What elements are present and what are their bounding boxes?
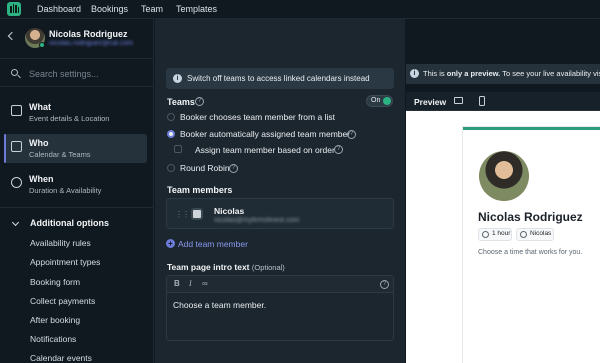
- section-title: When: [29, 174, 54, 184]
- teams-toggle[interactable]: On: [366, 95, 393, 107]
- intro-text-editor[interactable]: B I ∞ ? Choose a team member.: [166, 275, 394, 341]
- team-member-row[interactable]: ⋮⋮ Nicolas nicolas@myfirmsfinest.com: [166, 198, 394, 229]
- duration-text: 1 hour: [492, 230, 511, 237]
- duration-badge: 1 hour: [478, 228, 512, 241]
- section-who[interactable]: Who Calendar & Teams: [4, 134, 147, 163]
- editor-toolbar: B I ∞ ?: [167, 276, 393, 293]
- member-name: Nicolas: [214, 206, 245, 216]
- editor-content[interactable]: Choose a team member.: [173, 300, 266, 310]
- banner-text: Switch off teams to access linked calend…: [187, 74, 370, 83]
- preview-title: Preview: [414, 97, 447, 107]
- desktop-view-icon[interactable]: [454, 97, 463, 104]
- host-badge: Nicolas: [516, 228, 554, 241]
- nav-templates[interactable]: Templates: [176, 4, 217, 14]
- preview-banner: i This is only a preview. To see your li…: [406, 64, 600, 84]
- section-what[interactable]: What Event details & Location: [4, 98, 147, 127]
- preview-toolbar: Preview: [406, 92, 600, 111]
- watch-icon: [11, 177, 22, 188]
- drag-handle-icon[interactable]: ⋮⋮: [175, 210, 190, 219]
- italic-icon[interactable]: I: [189, 279, 192, 288]
- banner-suffix: To see your live availability visit: [502, 69, 600, 78]
- top-nav: Dashboard Bookings Team Templates: [0, 0, 600, 19]
- sidebar-item-appointment-types[interactable]: Appointment types: [30, 257, 100, 267]
- section-title: Who: [29, 138, 49, 148]
- radio-label: Booker automatically assigned team membe…: [180, 129, 351, 139]
- intro-label-text: Team page intro text: [167, 262, 250, 272]
- search-bar: [0, 58, 154, 87]
- additional-options-title[interactable]: Additional options: [30, 218, 109, 228]
- intro-text-label: Team page intro text (Optional): [167, 262, 285, 272]
- team-members-label: Team members: [167, 185, 233, 195]
- sidebar-item-notifications[interactable]: Notifications: [30, 334, 76, 344]
- host-name: Nicolas Rodriguez: [478, 210, 583, 224]
- member-avatar: [191, 208, 203, 220]
- teams-label: Teams: [167, 97, 195, 107]
- section-subtitle: Calendar & Teams: [29, 150, 91, 159]
- nav-dashboard[interactable]: Dashboard: [37, 4, 81, 14]
- search-input[interactable]: [29, 66, 139, 81]
- section-title: What: [29, 102, 51, 112]
- sidebar-item-booking-form[interactable]: Booking form: [30, 277, 80, 287]
- section-when[interactable]: When Duration & Availability: [4, 170, 147, 199]
- preview-banner-text: This is only a preview. To see your live…: [423, 69, 600, 78]
- sidebar-item-availability-rules[interactable]: Availability rules: [30, 238, 91, 248]
- settings-sidebar: Nicolas Rodriguez nicolas.rodriguez@cal.…: [0, 19, 154, 363]
- member-email: nicolas@myfirmsfinest.com: [214, 217, 300, 224]
- radio-label: Booker chooses team member from a list: [180, 112, 335, 122]
- checkbox-assign-by-order[interactable]: [174, 145, 182, 153]
- preview-panel: i This is only a preview. To see your li…: [406, 19, 600, 363]
- plus-icon: +: [166, 239, 175, 248]
- nav-team[interactable]: Team: [141, 4, 163, 14]
- link-icon[interactable]: ∞: [202, 279, 208, 288]
- info-icon: i: [410, 69, 419, 78]
- radio-choose-from-list[interactable]: [167, 113, 175, 121]
- person-icon: [520, 231, 527, 238]
- add-team-member-label: Add team member: [178, 239, 248, 249]
- back-arrow-icon[interactable]: [7, 31, 17, 41]
- help-icon[interactable]: ?: [380, 280, 389, 289]
- bold-icon[interactable]: B: [174, 279, 180, 288]
- checkbox-label: Assign team member based on order: [195, 145, 335, 155]
- card-subtitle: Choose a time that works for you.: [478, 249, 583, 256]
- help-icon[interactable]: ?: [347, 130, 356, 139]
- radio-label: Round Robin: [180, 163, 230, 173]
- user-name: Nicolas Rodriguez: [49, 29, 128, 39]
- cal-logo-icon[interactable]: [7, 2, 21, 16]
- help-icon[interactable]: ?: [334, 145, 343, 154]
- mobile-view-icon[interactable]: [479, 96, 485, 106]
- help-icon[interactable]: ?: [195, 97, 204, 106]
- info-icon: i: [173, 74, 182, 83]
- document-icon: [11, 105, 22, 116]
- help-icon[interactable]: ?: [229, 164, 238, 173]
- radio-auto-assign[interactable]: [167, 130, 175, 138]
- card-accent-bar: [463, 127, 600, 130]
- contact-card-icon: [11, 141, 22, 152]
- preview-canvas: Nicolas Rodriguez 1 hour Nicolas Choose …: [406, 111, 600, 363]
- sidebar-item-collect-payments[interactable]: Collect payments: [30, 296, 95, 306]
- chevron-down-icon[interactable]: [11, 218, 20, 227]
- radio-round-robin[interactable]: [167, 164, 175, 172]
- section-subtitle: Event details & Location: [29, 114, 110, 123]
- search-icon: [11, 69, 18, 76]
- host-text: Nicolas: [530, 230, 552, 237]
- sidebar-divider: [0, 207, 154, 208]
- host-avatar: [479, 151, 529, 201]
- clock-icon: [482, 231, 489, 238]
- booking-card-preview: Nicolas Rodriguez 1 hour Nicolas Choose …: [462, 126, 600, 363]
- info-banner: i Switch off teams to access linked cale…: [166, 68, 394, 89]
- sidebar-item-calendar-events[interactable]: Calendar events: [30, 353, 92, 363]
- toggle-label: On: [371, 97, 381, 104]
- sidebar-item-after-booking[interactable]: After booking: [30, 315, 80, 325]
- who-settings-panel: i Switch off teams to access linked cale…: [155, 19, 405, 363]
- section-subtitle: Duration & Availability: [29, 186, 102, 195]
- banner-bold: only a preview.: [446, 69, 501, 78]
- intro-optional-text: (Optional): [251, 263, 285, 272]
- online-status-dot: [39, 42, 45, 48]
- toggle-knob: [383, 97, 391, 105]
- user-email: nicolas.rodriguez@cal.com: [49, 40, 134, 47]
- nav-bookings[interactable]: Bookings: [91, 4, 128, 14]
- banner-prefix: This is: [423, 69, 445, 78]
